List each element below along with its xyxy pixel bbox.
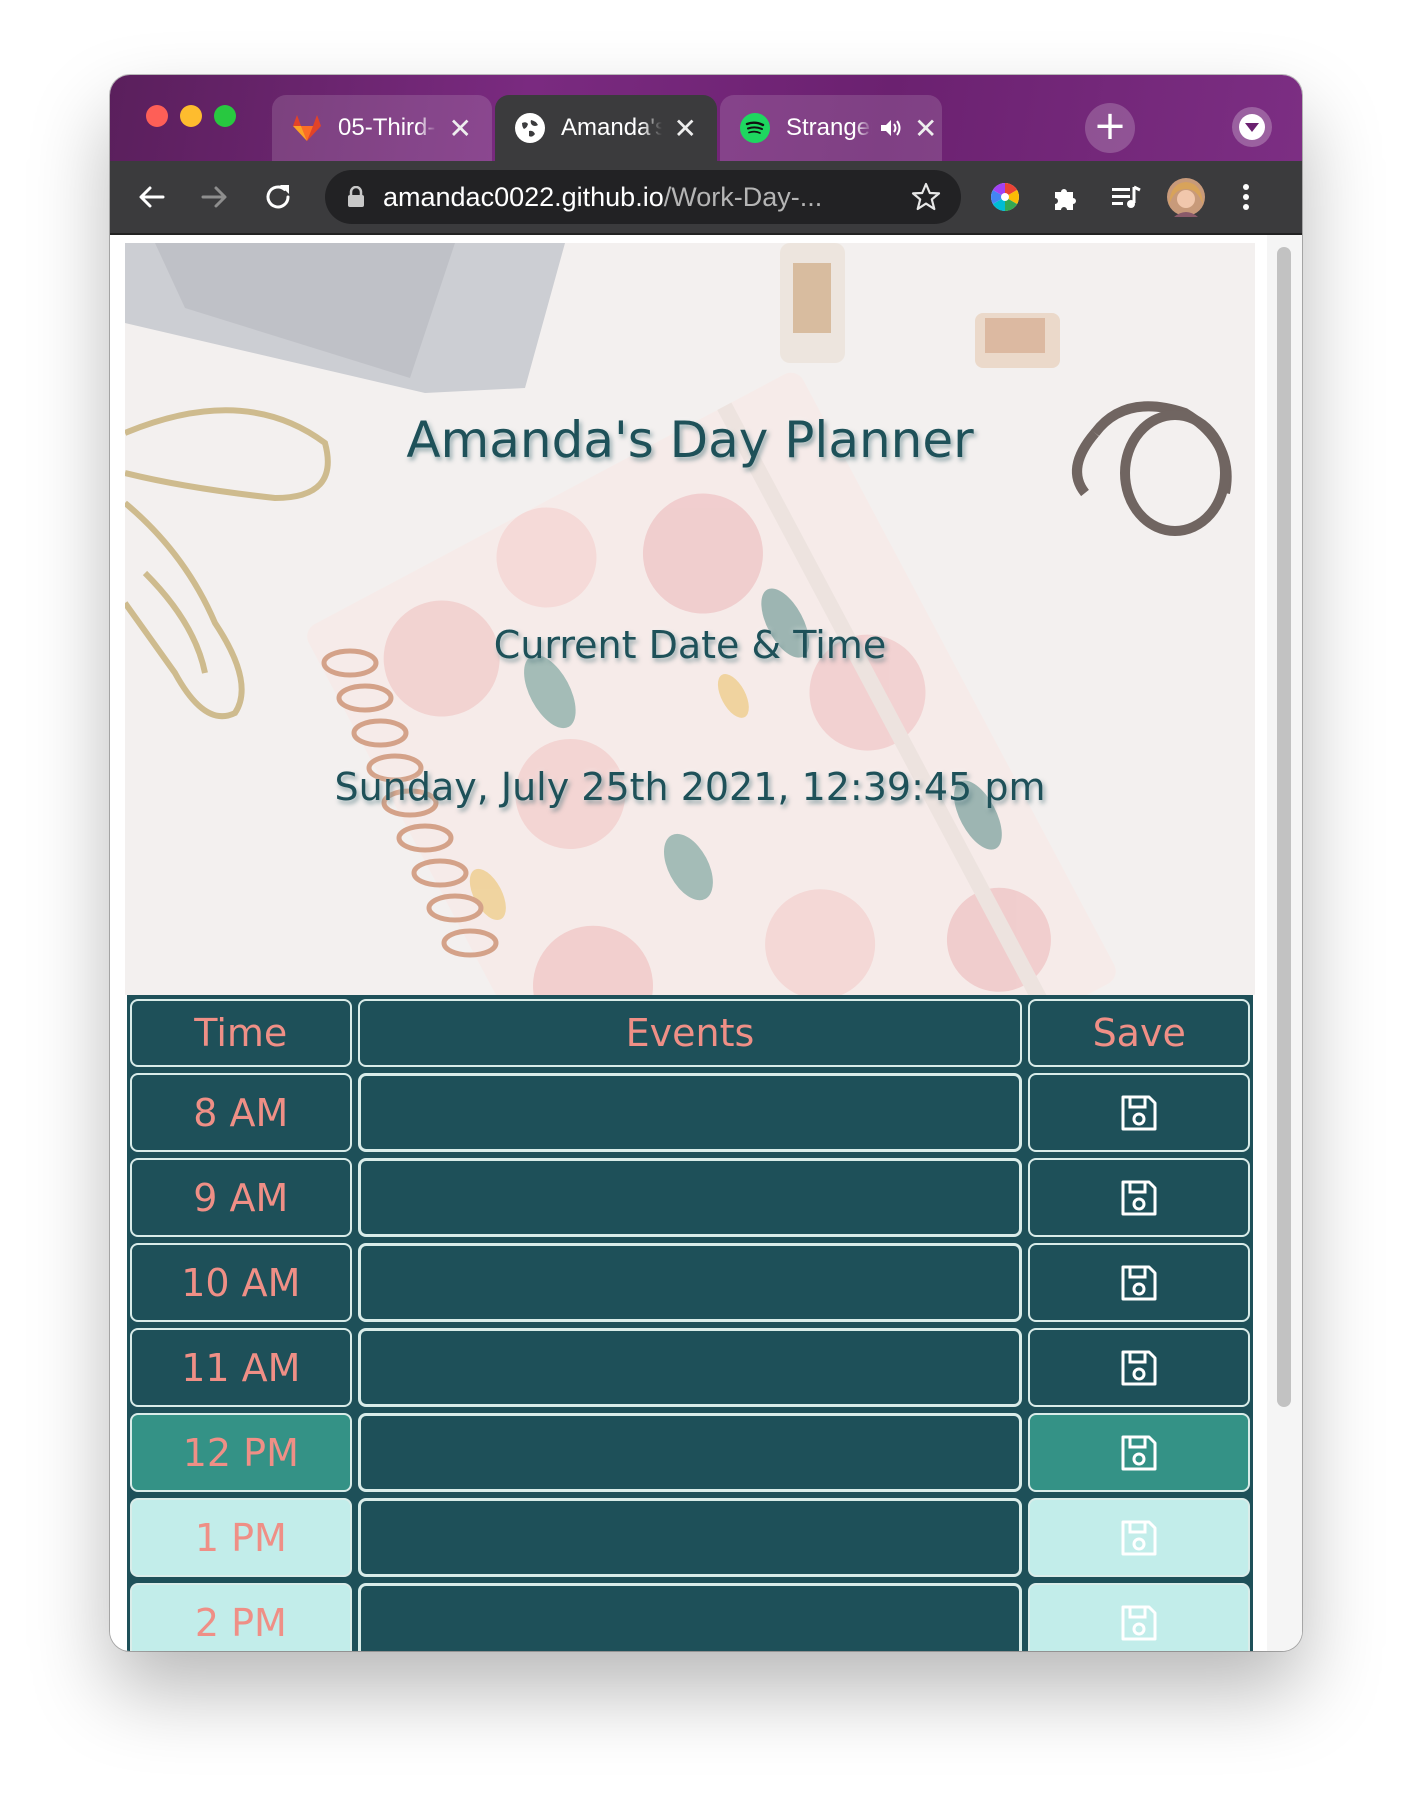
url-path: /Work-Day-... <box>663 181 823 212</box>
save-button[interactable] <box>1028 1413 1251 1492</box>
globe-icon <box>515 113 545 143</box>
hour-label: 8 AM <box>130 1073 352 1152</box>
event-textarea[interactable] <box>357 1328 1023 1407</box>
browser-window: 05-Third-Party-APIs ✕ Amanda's Day Plann… <box>110 75 1302 1651</box>
time-block-row: 1 PM <box>130 1498 1251 1577</box>
arrow-right-icon <box>201 186 227 208</box>
time-block-row: 11 AM <box>130 1328 1251 1407</box>
hour-label: 9 AM <box>130 1158 352 1237</box>
save-button[interactable] <box>1028 1158 1251 1237</box>
close-window-button[interactable] <box>146 105 168 127</box>
current-datetime: Sunday, July 25th 2021, 12:39:45 pm <box>334 765 1046 809</box>
tab-gitlab[interactable]: 05-Third-Party-APIs ✕ <box>272 95 492 161</box>
tab-search-button[interactable] <box>1232 107 1272 147</box>
planner-header-row: Time Events Save <box>130 999 1251 1067</box>
floppy-disk-icon <box>1121 1095 1157 1130</box>
spotify-icon <box>740 113 770 143</box>
save-button[interactable] <box>1028 1583 1251 1651</box>
planner-table: Time Events Save 8 AM 9 AM 10 AM 11 AM 1… <box>127 995 1253 1651</box>
reload-button[interactable] <box>256 175 300 219</box>
gitlab-icon <box>292 113 322 143</box>
hour-label: 2 PM <box>130 1583 352 1651</box>
floppy-disk-icon <box>1121 1435 1157 1470</box>
media-queue-icon[interactable] <box>1104 175 1148 219</box>
new-tab-button[interactable]: + <box>1085 103 1135 153</box>
zoom-window-button[interactable] <box>214 105 236 127</box>
floppy-disk-icon <box>1121 1180 1157 1215</box>
event-textarea[interactable] <box>357 1498 1023 1577</box>
tab-strip: 05-Third-Party-APIs ✕ Amanda's Day Plann… <box>110 75 1302 161</box>
event-textarea[interactable] <box>357 1158 1023 1237</box>
save-button[interactable] <box>1028 1243 1251 1322</box>
time-block-row: 8 AM <box>130 1073 1251 1152</box>
tab-spotify[interactable]: Stranger ✕ <box>720 95 942 161</box>
hour-label: 1 PM <box>130 1498 352 1577</box>
floppy-disk-icon <box>1121 1350 1157 1385</box>
save-button[interactable] <box>1028 1073 1251 1152</box>
time-column-header: Time <box>130 999 352 1067</box>
time-block-row: 9 AM <box>130 1158 1251 1237</box>
date-heading: Current Date & Time <box>493 623 887 667</box>
speaker-icon[interactable] <box>880 119 902 137</box>
scrollbar-thumb[interactable] <box>1277 247 1291 1407</box>
browser-toolbar: amandac0022.github.io/Work-Day-... <box>110 161 1302 235</box>
tab-title: Stranger <box>786 114 872 141</box>
arrow-left-icon <box>139 186 165 208</box>
star-icon[interactable] <box>911 182 941 212</box>
tab-close-icon[interactable]: ✕ <box>914 112 937 145</box>
tab-close-icon[interactable]: ✕ <box>449 112 472 145</box>
lock-icon[interactable] <box>347 186 365 208</box>
tab-close-icon[interactable]: ✕ <box>674 112 697 145</box>
floppy-disk-icon <box>1121 1520 1157 1555</box>
save-button[interactable] <box>1028 1328 1251 1407</box>
hour-label: 10 AM <box>130 1243 352 1322</box>
chevron-down-icon <box>1239 114 1265 140</box>
profile-avatar[interactable] <box>1164 175 1208 219</box>
url-host: amandac0022.github.io <box>383 181 664 212</box>
time-block-row: 2 PM <box>130 1583 1251 1651</box>
event-textarea[interactable] <box>357 1583 1023 1651</box>
save-button[interactable] <box>1028 1498 1251 1577</box>
tab-title: 05-Third-Party-APIs <box>338 114 437 141</box>
minimize-window-button[interactable] <box>180 105 202 127</box>
event-textarea[interactable] <box>357 1073 1023 1152</box>
back-button[interactable] <box>130 175 174 219</box>
more-menu-icon[interactable] <box>1224 175 1268 219</box>
floppy-disk-icon <box>1121 1265 1157 1300</box>
events-column-header: Events <box>357 999 1023 1067</box>
planner-background-image <box>125 243 1255 995</box>
page-title: Amanda's Day Planner <box>406 411 974 469</box>
address-bar[interactable]: amandac0022.github.io/Work-Day-... <box>325 170 961 224</box>
event-textarea[interactable] <box>357 1413 1023 1492</box>
page-viewport: Amanda's Day Planner Current Date & Time… <box>110 235 1302 1651</box>
save-column-header: Save <box>1028 999 1251 1067</box>
tab-day-planner[interactable]: Amanda's Day Planner ✕ <box>495 95 717 161</box>
color-extension-icon[interactable] <box>983 175 1027 219</box>
reload-icon <box>266 185 290 209</box>
floppy-disk-icon <box>1121 1605 1157 1640</box>
hour-label: 11 AM <box>130 1328 352 1407</box>
extensions-puzzle-icon[interactable] <box>1044 175 1088 219</box>
event-textarea[interactable] <box>357 1243 1023 1322</box>
forward-button[interactable] <box>192 175 236 219</box>
time-block-row: 10 AM <box>130 1243 1251 1322</box>
hour-label: 12 PM <box>130 1413 352 1492</box>
tab-title: Amanda's Day Planner <box>561 114 662 141</box>
time-block-row: 12 PM <box>130 1413 1251 1492</box>
hero-banner: Amanda's Day Planner Current Date & Time… <box>125 243 1255 995</box>
